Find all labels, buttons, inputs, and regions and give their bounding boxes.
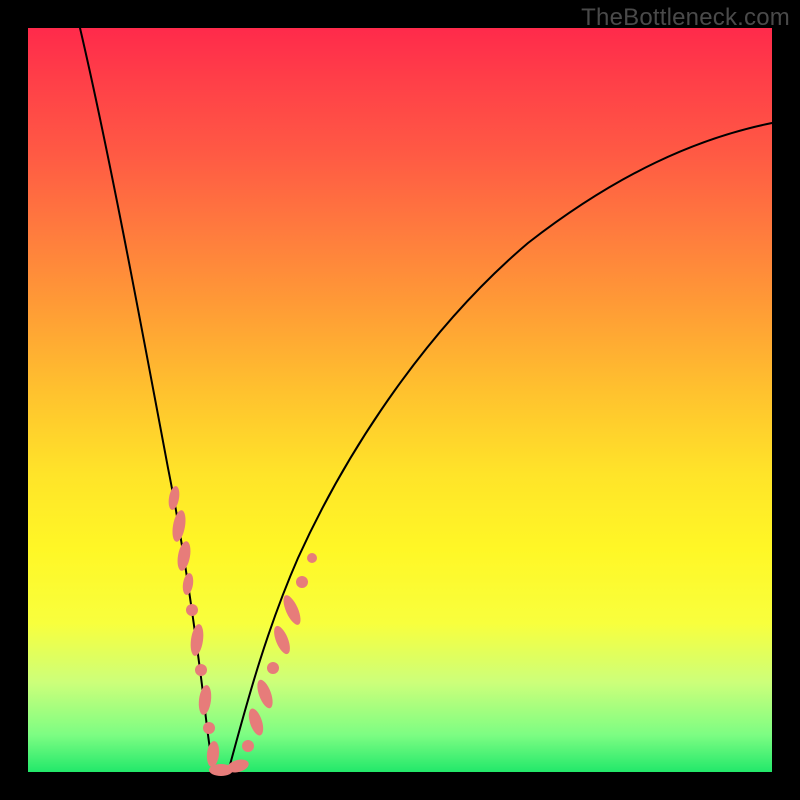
curve-right-branch bbox=[228, 123, 772, 772]
bottleneck-curve bbox=[28, 28, 772, 772]
curve-marker bbox=[242, 740, 254, 752]
curve-marker bbox=[195, 664, 207, 676]
chart-frame: TheBottleneck.com bbox=[0, 0, 800, 800]
watermark-text: TheBottleneck.com bbox=[581, 4, 790, 32]
curve-marker bbox=[206, 740, 221, 767]
curve-marker bbox=[296, 576, 308, 588]
curve-marker bbox=[175, 540, 192, 572]
curve-marker bbox=[307, 553, 317, 563]
curve-marker-group bbox=[167, 485, 317, 776]
curve-left-branch bbox=[80, 28, 215, 772]
chart-plot-area bbox=[28, 28, 772, 772]
curve-marker bbox=[181, 572, 194, 595]
curve-marker bbox=[186, 604, 198, 616]
curve-marker bbox=[254, 678, 276, 710]
curve-marker bbox=[267, 662, 279, 674]
curve-marker bbox=[203, 722, 215, 734]
curve-marker bbox=[197, 684, 213, 715]
curve-marker bbox=[170, 509, 187, 543]
curve-marker bbox=[189, 623, 205, 656]
curve-marker bbox=[280, 593, 304, 627]
curve-marker bbox=[271, 624, 293, 656]
curve-marker bbox=[246, 707, 266, 737]
curve-marker bbox=[167, 485, 181, 510]
